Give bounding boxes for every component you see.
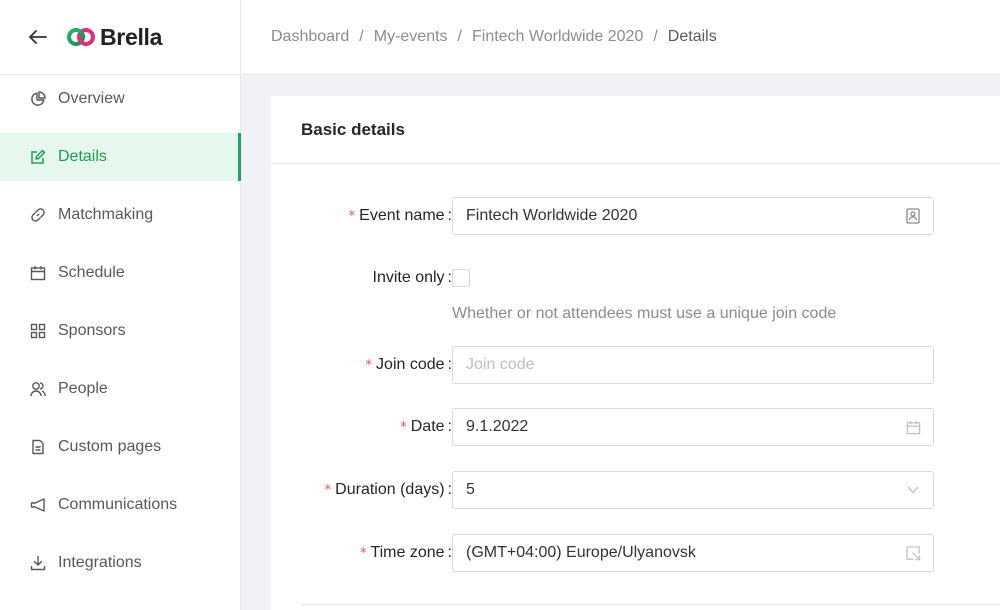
brand-name: Brella [100, 23, 163, 50]
join-code-label: * Join code: [365, 356, 452, 373]
sidebar-item-schedule[interactable]: Schedule [0, 249, 240, 297]
brand-header: Brella [0, 0, 240, 75]
date-row: * Date: 9.1.2022 [271, 408, 1000, 446]
join-code-row: * Join code: Join code [271, 346, 1000, 384]
required-mark: * [400, 420, 407, 435]
invite-only-row: Invite only: [271, 269, 1000, 287]
sidebar-item-integrations[interactable]: Integrations [0, 539, 240, 587]
duration-row: * Duration (days): 5 [271, 471, 1000, 509]
breadcrumb-my-events[interactable]: My-events [374, 28, 448, 46]
sidebar-item-label: Overview [58, 90, 125, 107]
sidebar-item-label: Integrations [58, 554, 142, 571]
date-label: * Date: [400, 418, 452, 435]
sidebar-item-custom-pages[interactable]: Custom pages [0, 423, 240, 471]
breadcrumb-dashboard[interactable]: Dashboard [271, 28, 349, 46]
time-zone-row: * Time zone: (GMT+04:00) Europe/Ulyanovsk [271, 534, 1000, 572]
sidebar-item-label: Details [58, 148, 107, 165]
event-name-label: * Event name: [348, 207, 452, 224]
megaphone-icon [30, 497, 46, 513]
sidebar-item-label: Custom pages [58, 438, 162, 455]
sidebar-item-communications[interactable]: Communications [0, 481, 240, 529]
sidebar-item-matchmaking[interactable]: Matchmaking [0, 191, 240, 239]
required-mark: * [348, 209, 356, 224]
calendar-icon [30, 265, 46, 281]
calendar-icon [905, 419, 921, 435]
time-zone-select[interactable]: (GMT+04:00) Europe/Ulyanovsk [452, 534, 934, 572]
time-zone-label: * Time zone: [359, 544, 452, 561]
people-icon [30, 381, 46, 397]
sidebar-nav: Overview Details Matchmaking Schedule Sp… [0, 75, 241, 587]
breadcrumb-separator: / [653, 28, 658, 45]
basic-details-card: Basic details * Event name: Fintech World… [271, 96, 1000, 610]
pie-chart-icon [30, 91, 46, 107]
breadcrumb-event[interactable]: Fintech Worldwide 2020 [472, 28, 643, 46]
link-icon [30, 207, 46, 223]
join-code-placeholder: Join code [466, 356, 535, 373]
join-code-input[interactable]: Join code [452, 346, 934, 384]
invite-only-label: Invite only: [372, 269, 453, 286]
sidebar-item-label: Sponsors [58, 322, 126, 339]
document-icon [30, 439, 46, 455]
sidebar-item-label: Communications [58, 496, 178, 513]
top-header: Dashboard / My-events / Fintech Worldwid… [241, 0, 1000, 75]
sidebar-item-label: People [58, 380, 108, 397]
event-name-value: Fintech Worldwide 2020 [466, 207, 638, 224]
required-mark: * [359, 546, 367, 561]
download-icon [30, 555, 46, 571]
invite-only-checkbox[interactable] [452, 269, 470, 287]
event-name-row: * Event name: Fintech Worldwide 2020 [271, 197, 1000, 235]
chevron-down-icon [905, 482, 921, 498]
date-picker[interactable]: 9.1.2022 [452, 408, 934, 446]
card-title: Basic details [271, 96, 1000, 164]
breadcrumb-separator: / [359, 28, 364, 45]
sidebar-item-overview[interactable]: Overview [0, 75, 240, 123]
brella-logo-icon [67, 28, 95, 46]
select-arrow-icon [905, 545, 921, 561]
date-value: 9.1.2022 [466, 418, 529, 435]
section-divider [301, 604, 1000, 605]
brella-logo[interactable]: Brella [66, 24, 162, 51]
time-zone-value: (GMT+04:00) Europe/Ulyanovsk [466, 544, 696, 561]
sidebar-item-label: Schedule [58, 264, 125, 281]
breadcrumb: Dashboard / My-events / Fintech Worldwid… [271, 28, 717, 46]
contact-card-icon [905, 208, 921, 224]
back-arrow-icon[interactable] [28, 27, 48, 47]
grid-icon [30, 323, 46, 339]
duration-select[interactable]: 5 [452, 471, 934, 509]
sidebar-item-label: Matchmaking [58, 206, 154, 223]
invite-only-help: Whether or not attendees must use a uniq… [452, 305, 837, 322]
sidebar-item-sponsors[interactable]: Sponsors [0, 307, 240, 355]
duration-label: * Duration (days): [324, 481, 452, 498]
event-name-input[interactable]: Fintech Worldwide 2020 [452, 197, 934, 235]
sidebar-item-people[interactable]: People [0, 365, 240, 413]
breadcrumb-current: Details [667, 28, 717, 45]
sidebar: Brella Overview Details Matchmaking Sche… [0, 0, 241, 610]
edit-icon [30, 149, 46, 165]
required-mark: * [324, 483, 332, 498]
required-mark: * [365, 358, 373, 373]
sidebar-item-details[interactable]: Details [0, 133, 241, 181]
breadcrumb-separator: / [457, 28, 462, 45]
duration-value: 5 [466, 481, 475, 498]
